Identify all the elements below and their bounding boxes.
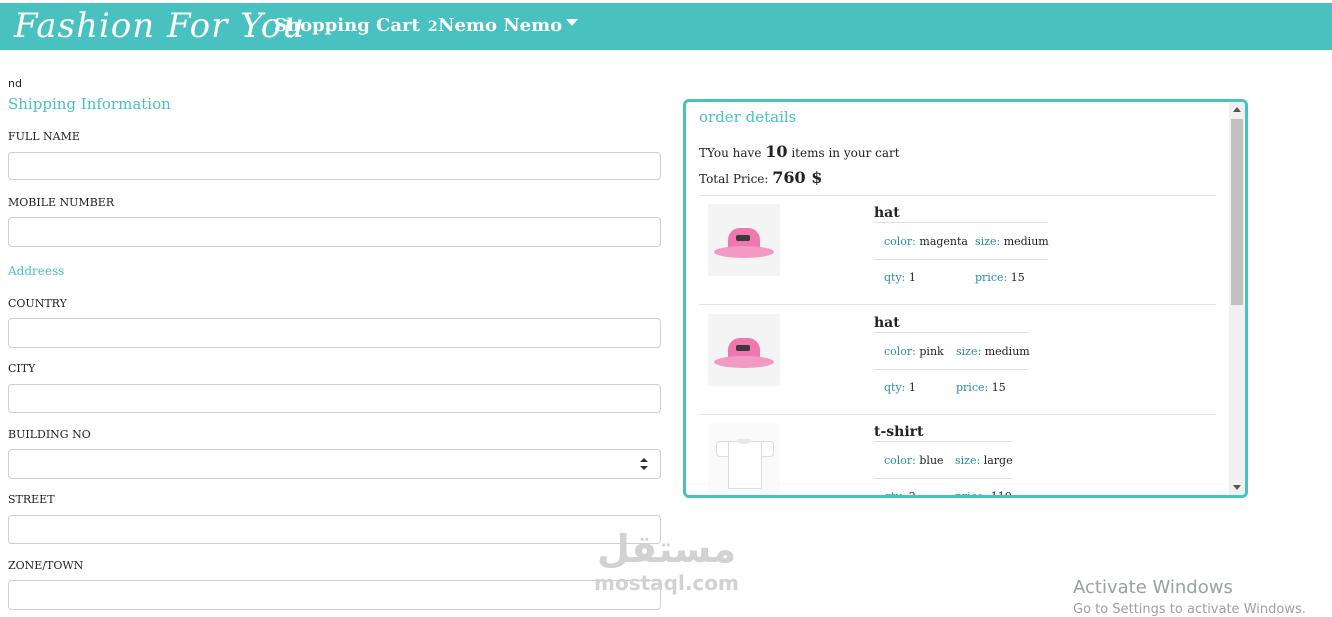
- watermark-arabic: مستقل: [597, 527, 736, 571]
- item-size: size: large: [955, 454, 1013, 467]
- building-no-label: BUILDING NO: [8, 428, 91, 441]
- shopping-cart-label: Shopping Cart: [274, 15, 420, 36]
- zone-town-label: ZONE/TOWN: [8, 559, 84, 572]
- price-value: 15: [991, 381, 1006, 394]
- qty-key: qty:: [884, 381, 906, 394]
- items-count-line: TYou have 10 items in your cart: [699, 142, 900, 161]
- full-name-label: FULL NAME: [8, 130, 80, 143]
- pink-hat-image: [708, 204, 780, 276]
- size-value: medium: [1003, 235, 1049, 248]
- qty-value: 1: [908, 381, 916, 394]
- cart-count-badge: 2: [427, 19, 438, 35]
- size-value: medium: [984, 345, 1030, 358]
- size-value: large: [983, 454, 1013, 467]
- item-attributes: color: blue size: large qty: 2 price: 11…: [874, 441, 1013, 498]
- stray-text: nd: [8, 77, 22, 90]
- qty-key: qty:: [884, 271, 906, 284]
- activate-windows-title: Activate Windows: [1073, 577, 1233, 598]
- size-key: size:: [956, 345, 982, 358]
- items-prefix: TYou have: [699, 146, 762, 160]
- country-input[interactable]: [8, 318, 661, 348]
- total-price-label: Total Price:: [699, 172, 769, 186]
- price-key: price:: [956, 381, 989, 394]
- item-color: color: blue: [884, 454, 944, 467]
- item-price: price: 15: [975, 271, 1025, 284]
- shipping-information-title: Shipping Information: [8, 95, 171, 113]
- street-label: STREET: [8, 493, 55, 506]
- item-name: hat: [874, 205, 900, 221]
- caret-down-icon: [566, 18, 579, 26]
- cart-item: hat color: pink size: medium qty: 1 pric…: [699, 305, 1216, 415]
- mobile-number-input[interactable]: [8, 217, 661, 247]
- size-key: size:: [955, 454, 981, 467]
- item-size: size: medium: [956, 345, 1030, 358]
- price-value: 110: [990, 490, 1012, 498]
- top-navbar: Fashion For You Shopping Cart 2 Nemo Nemo: [0, 3, 1332, 50]
- mostaql-watermark: مستقل mostaql.com: [584, 527, 749, 607]
- order-details-title: order details: [699, 108, 797, 126]
- shopping-cart-link[interactable]: Shopping Cart 2: [274, 15, 438, 36]
- country-label: COUNTRY: [8, 297, 67, 310]
- cart-item: t-shirt color: blue size: large qty: 2 p…: [699, 414, 1216, 498]
- building-no-input[interactable]: [8, 449, 661, 479]
- color-key: color:: [884, 235, 916, 248]
- color-value: blue: [919, 454, 944, 467]
- color-key: color:: [884, 345, 916, 358]
- size-key: size:: [975, 235, 1001, 248]
- item-color: color: pink: [884, 345, 944, 358]
- scroll-thumb[interactable]: [1231, 119, 1243, 305]
- item-price: price: 15: [956, 381, 1006, 394]
- watermark-latin: mostaql.com: [594, 571, 739, 595]
- street-input[interactable]: [8, 515, 661, 544]
- total-price-line: Total Price: 760 $: [699, 168, 822, 187]
- item-size: size: medium: [975, 235, 1049, 248]
- qty-key: qty:: [884, 490, 906, 498]
- total-price-value: 760 $: [772, 168, 823, 187]
- address-title: Addreess: [8, 264, 65, 278]
- user-menu-dropdown[interactable]: Nemo Nemo: [438, 15, 579, 36]
- city-label: CITY: [8, 362, 36, 375]
- scroll-up-arrow-icon[interactable]: [1233, 107, 1241, 112]
- order-details-panel[interactable]: order details TYou have 10 items in your…: [683, 99, 1248, 498]
- price-key: price:: [975, 271, 1008, 284]
- qty-value: 2: [908, 490, 916, 498]
- item-attributes: color: magenta size: medium qty: 1 price…: [874, 222, 1049, 297]
- pink-hat-image: [708, 314, 780, 386]
- qty-value: 1: [908, 271, 916, 284]
- item-color: color: magenta: [884, 235, 968, 248]
- item-qty: qty: 1: [884, 271, 916, 284]
- item-qty: qty: 2: [884, 490, 916, 498]
- mobile-number-label: MOBILE NUMBER: [8, 196, 115, 209]
- cart-item: hat color: magenta size: medium qty: 1 p…: [699, 195, 1216, 305]
- activate-windows-notice: Activate Windows Go to Settings to activ…: [1073, 577, 1306, 617]
- user-name: Nemo Nemo: [438, 15, 563, 36]
- brand-logo[interactable]: Fashion For You: [14, 6, 305, 46]
- zone-town-input[interactable]: [8, 580, 661, 610]
- item-attributes: color: pink size: medium qty: 1 price: 1…: [874, 332, 1030, 407]
- item-price: price: 110: [955, 490, 1012, 498]
- item-name: hat: [874, 315, 900, 331]
- items-suffix: items in your cart: [791, 146, 900, 160]
- price-value: 15: [1010, 271, 1025, 284]
- full-name-input[interactable]: [8, 152, 661, 180]
- city-input[interactable]: [8, 384, 661, 413]
- scroll-down-arrow-icon[interactable]: [1233, 485, 1241, 490]
- number-spinner-icon[interactable]: [640, 458, 648, 470]
- price-key: price:: [955, 490, 988, 498]
- white-tshirt-image: [708, 423, 780, 495]
- item-qty: qty: 1: [884, 381, 916, 394]
- item-name: t-shirt: [874, 424, 924, 440]
- items-count: 10: [765, 142, 788, 161]
- color-value: magenta: [919, 235, 968, 248]
- activate-windows-subtitle: Go to Settings to activate Windows.: [1073, 602, 1306, 617]
- color-value: pink: [919, 345, 944, 358]
- color-key: color:: [884, 454, 916, 467]
- order-scrollbar[interactable]: [1229, 102, 1245, 495]
